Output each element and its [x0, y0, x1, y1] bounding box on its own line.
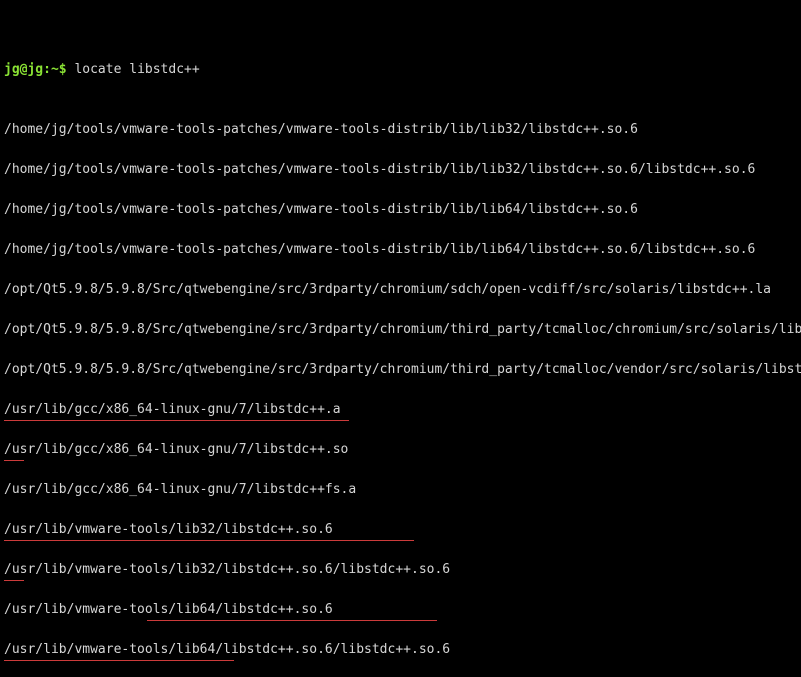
highlight-underline: [4, 420, 349, 421]
output-line: /opt/Qt5.9.8/5.9.8/Src/qtwebengine/src/3…: [4, 360, 797, 380]
output-line: /home/jg/tools/vmware-tools-patches/vmwa…: [4, 200, 797, 220]
output-line: /opt/Qt5.9.8/5.9.8/Src/qtwebengine/src/3…: [4, 280, 797, 300]
prompt-line[interactable]: jg@jg:~$ locate libstdc++: [4, 40, 797, 80]
output-line: /usr/lib/gcc/x86_64-linux-gnu/7/libstdc+…: [4, 400, 797, 420]
prompt-sep: :~$: [43, 62, 66, 77]
output-line: /usr/lib/vmware-tools/lib64/libstdc++.so…: [4, 640, 797, 660]
highlight-underline: [4, 540, 414, 541]
prompt-user: jg@jg: [4, 62, 43, 77]
output-line: /home/jg/tools/vmware-tools-patches/vmwa…: [4, 240, 797, 260]
highlight-underline: [4, 460, 24, 461]
output-line: /home/jg/tools/vmware-tools-patches/vmwa…: [4, 120, 797, 140]
output-line: /usr/lib/vmware-tools/lib32/libstdc++.so…: [4, 520, 797, 540]
terminal[interactable]: jg@jg:~$ locate libstdc++ /home/jg/tools…: [0, 0, 801, 677]
output-line: /usr/lib/vmware-tools/lib32/libstdc++.so…: [4, 560, 797, 580]
output-line: /usr/lib/vmware-tools/lib64/libstdc++.so…: [4, 600, 797, 620]
output-line: /usr/lib/gcc/x86_64-linux-gnu/7/libstdc+…: [4, 480, 797, 500]
command-text[interactable]: locate libstdc++: [74, 62, 199, 77]
output-line: /opt/Qt5.9.8/5.9.8/Src/qtwebengine/src/3…: [4, 320, 797, 340]
output-line: /home/jg/tools/vmware-tools-patches/vmwa…: [4, 160, 797, 180]
output-line: /usr/lib/gcc/x86_64-linux-gnu/7/libstdc+…: [4, 440, 797, 460]
highlight-underline: [4, 580, 24, 581]
highlight-underline: [4, 660, 234, 661]
terminal-output: /home/jg/tools/vmware-tools-patches/vmwa…: [4, 120, 797, 677]
highlight-underline: [147, 620, 437, 621]
